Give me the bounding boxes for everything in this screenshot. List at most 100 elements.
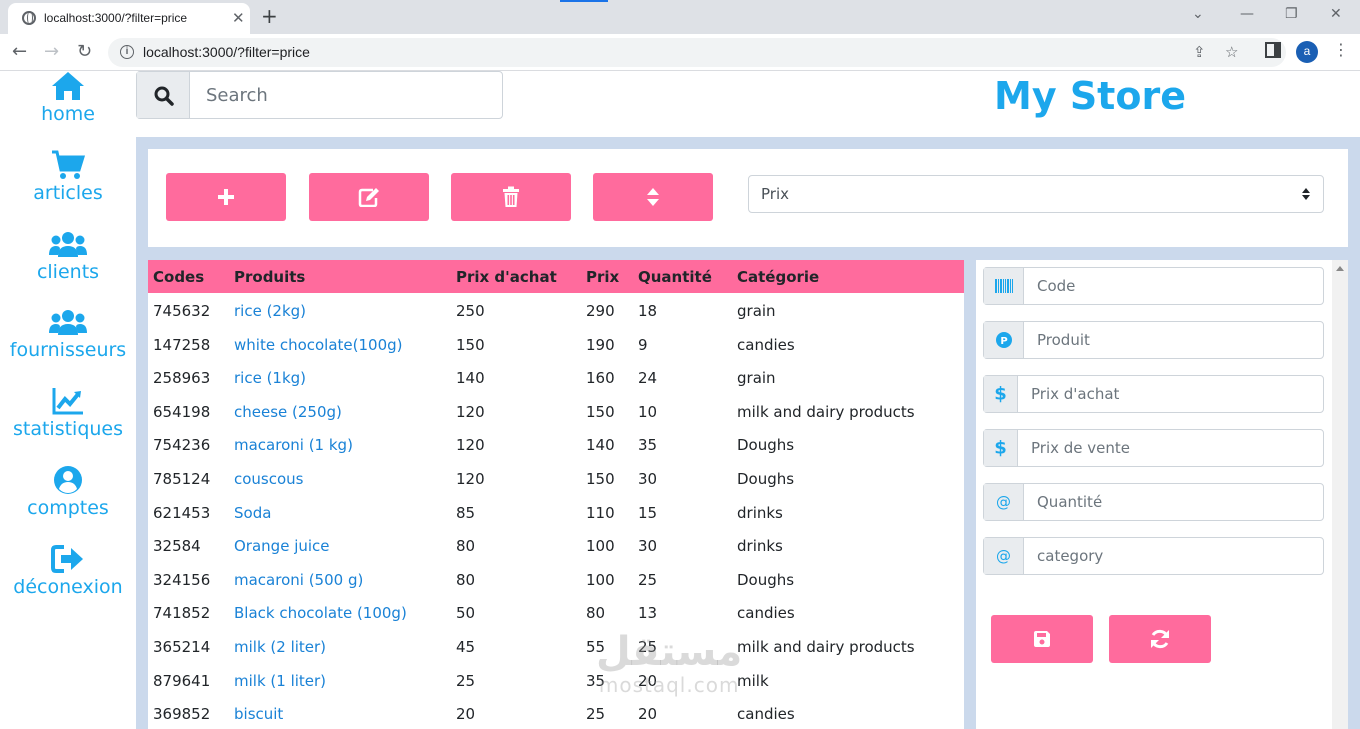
table-row[interactable]: 147258 white chocolate(100g) 150 190 9 candie… <box>148 328 964 362</box>
address-url[interactable]: localhost:3000/?filter=price <box>143 44 310 60</box>
page-title: My Store <box>994 74 1186 118</box>
sidebar: home articles clients fournisseurs stati… <box>0 71 136 729</box>
forward-icon[interactable]: → <box>44 41 59 62</box>
column-header-produits[interactable]: Produits <box>234 268 305 286</box>
tab-search-icon[interactable]: ⌄ <box>1192 6 1204 22</box>
table-row[interactable]: 369852 biscuit 20 25 20 candies <box>148 697 964 729</box>
table-row[interactable]: 258963 rice (1kg) 140 160 24 grain <box>148 361 964 395</box>
dollar-icon: $ <box>984 376 1018 412</box>
cell-code: 754236 <box>153 436 211 455</box>
table-row[interactable]: 879641 milk (1 liter) 25 35 20 milk <box>148 664 964 698</box>
product-link[interactable]: Black chocolate (100g) <box>234 604 407 622</box>
category-input[interactable] <box>1024 538 1323 574</box>
table-row[interactable]: 785124 couscous 120 150 30 Doughs <box>148 462 964 496</box>
table-row[interactable]: 754236 macaroni (1 kg) 120 140 35 Doughs <box>148 428 964 462</box>
back-icon[interactable]: ← <box>12 41 27 62</box>
table-row[interactable]: 621453 Soda 85 110 15 drinks <box>148 496 964 530</box>
column-header-codes[interactable]: Codes <box>153 268 204 286</box>
bookmark-star-icon[interactable]: ☆ <box>1225 43 1238 61</box>
filter-select[interactable]: Prix <box>748 175 1324 213</box>
sidebar-item-home[interactable]: home <box>0 71 136 125</box>
cell-category: milk <box>737 671 769 690</box>
product-link[interactable]: white chocolate(100g) <box>234 336 403 354</box>
at-icon: @ <box>984 484 1024 520</box>
cell-quantity: 25 <box>638 570 658 589</box>
table-row[interactable]: 365214 milk (2 liter) 45 55 25 milk and dairy… <box>148 630 964 664</box>
share-icon[interactable]: ⇪ <box>1193 43 1206 61</box>
sidebar-item-label: statistiques <box>12 418 124 440</box>
cell-code: 741852 <box>153 604 211 623</box>
code-input[interactable] <box>1024 268 1323 304</box>
produit-field-group: P <box>983 321 1324 359</box>
sidebar-item-comptes[interactable]: comptes <box>0 465 136 519</box>
close-tab-icon[interactable]: ✕ <box>232 9 245 27</box>
sidebar-item-fournisseurs[interactable]: fournisseurs <box>0 307 136 361</box>
product-link[interactable]: cheese (250g) <box>234 403 342 421</box>
cell-price: 55 <box>586 638 606 656</box>
restore-icon[interactable]: ❐ <box>1285 6 1298 22</box>
table-header: Codes Produits Prix d'achat Prix Quantit… <box>148 260 964 293</box>
user-circle-icon <box>54 466 82 494</box>
reset-button[interactable] <box>1109 615 1211 663</box>
cell-price: 290 <box>586 302 615 320</box>
cell-code: 324156 <box>153 570 211 589</box>
cell-quantity: 20 <box>638 671 658 690</box>
product-link[interactable]: macaroni (500 g) <box>234 571 363 589</box>
cell-purchase-price: 50 <box>456 604 476 623</box>
product-link[interactable]: milk (2 liter) <box>234 638 326 656</box>
cell-quantity: 35 <box>638 436 658 455</box>
profile-avatar[interactable]: a <box>1296 41 1318 63</box>
cell-price: 110 <box>586 503 615 522</box>
prix-achat-input[interactable] <box>1018 376 1323 412</box>
quantite-input[interactable] <box>1024 484 1323 520</box>
search-input[interactable] <box>191 72 501 118</box>
table-row[interactable]: 654198 cheese (250g) 120 150 10 milk and dair… <box>148 395 964 429</box>
cell-quantity: 30 <box>638 537 658 556</box>
sidebar-item-deconexion[interactable]: déconexion <box>0 544 136 598</box>
save-button[interactable] <box>991 615 1093 663</box>
browser-tab[interactable]: localhost:3000/?filter=price ✕ <box>8 3 250 34</box>
new-tab-icon[interactable]: + <box>261 4 278 28</box>
sidebar-item-statistiques[interactable]: statistiques <box>0 386 136 440</box>
product-link[interactable]: Soda <box>234 504 271 522</box>
column-header-quantite[interactable]: Quantité <box>638 268 712 286</box>
product-link[interactable]: rice (1kg) <box>234 369 306 387</box>
minimize-icon[interactable]: — <box>1240 6 1254 22</box>
site-info-icon[interactable]: i <box>120 45 134 59</box>
table-row[interactable]: 745632 rice (2kg) 250 290 18 grain <box>148 294 964 328</box>
form-scrollbar[interactable] <box>1332 260 1348 729</box>
product-link[interactable]: Orange juice <box>234 537 330 555</box>
table-row[interactable]: 324156 macaroni (500 g) 80 100 25 Doughs <box>148 563 964 597</box>
search-button[interactable] <box>137 72 190 118</box>
table-row[interactable]: 741852 Black chocolate (100g) 50 80 13 candie… <box>148 596 964 630</box>
cell-code: 147258 <box>153 335 211 354</box>
product-link[interactable]: couscous <box>234 470 304 488</box>
column-header-categorie[interactable]: Catégorie <box>737 268 819 286</box>
product-link[interactable]: rice (2kg) <box>234 302 306 320</box>
sort-button[interactable] <box>593 173 713 221</box>
sidebar-item-label: comptes <box>27 497 109 519</box>
reload-icon[interactable]: ↻ <box>77 41 92 62</box>
cell-category: candies <box>737 604 795 623</box>
edit-button[interactable] <box>309 173 429 221</box>
cell-quantity: 24 <box>638 369 658 388</box>
product-link[interactable]: biscuit <box>234 705 283 723</box>
sidebar-item-clients[interactable]: clients <box>0 229 136 283</box>
column-header-prix[interactable]: Prix <box>586 268 619 286</box>
product-link[interactable]: milk (1 liter) <box>234 672 326 690</box>
column-header-prix-achat[interactable]: Prix d'achat <box>456 268 557 286</box>
produit-input[interactable] <box>1024 322 1323 358</box>
side-panel-icon[interactable] <box>1265 42 1281 63</box>
dollar-icon: $ <box>984 430 1018 466</box>
sidebar-item-articles[interactable]: articles <box>0 150 136 204</box>
tab-title: localhost:3000/?filter=price <box>44 11 188 25</box>
browser-menu-icon[interactable]: ⋮ <box>1333 40 1349 59</box>
table-row[interactable]: 32584 Orange juice 80 100 30 drinks <box>148 529 964 563</box>
cell-price: 100 <box>586 570 615 589</box>
add-button[interactable] <box>166 173 286 221</box>
address-bar[interactable]: i localhost:3000/?filter=price ⇪ ☆ <box>108 38 1286 67</box>
product-link[interactable]: macaroni (1 kg) <box>234 436 353 454</box>
delete-button[interactable] <box>451 173 571 221</box>
prix-vente-input[interactable] <box>1018 430 1323 466</box>
close-window-icon[interactable]: ✕ <box>1330 6 1342 22</box>
